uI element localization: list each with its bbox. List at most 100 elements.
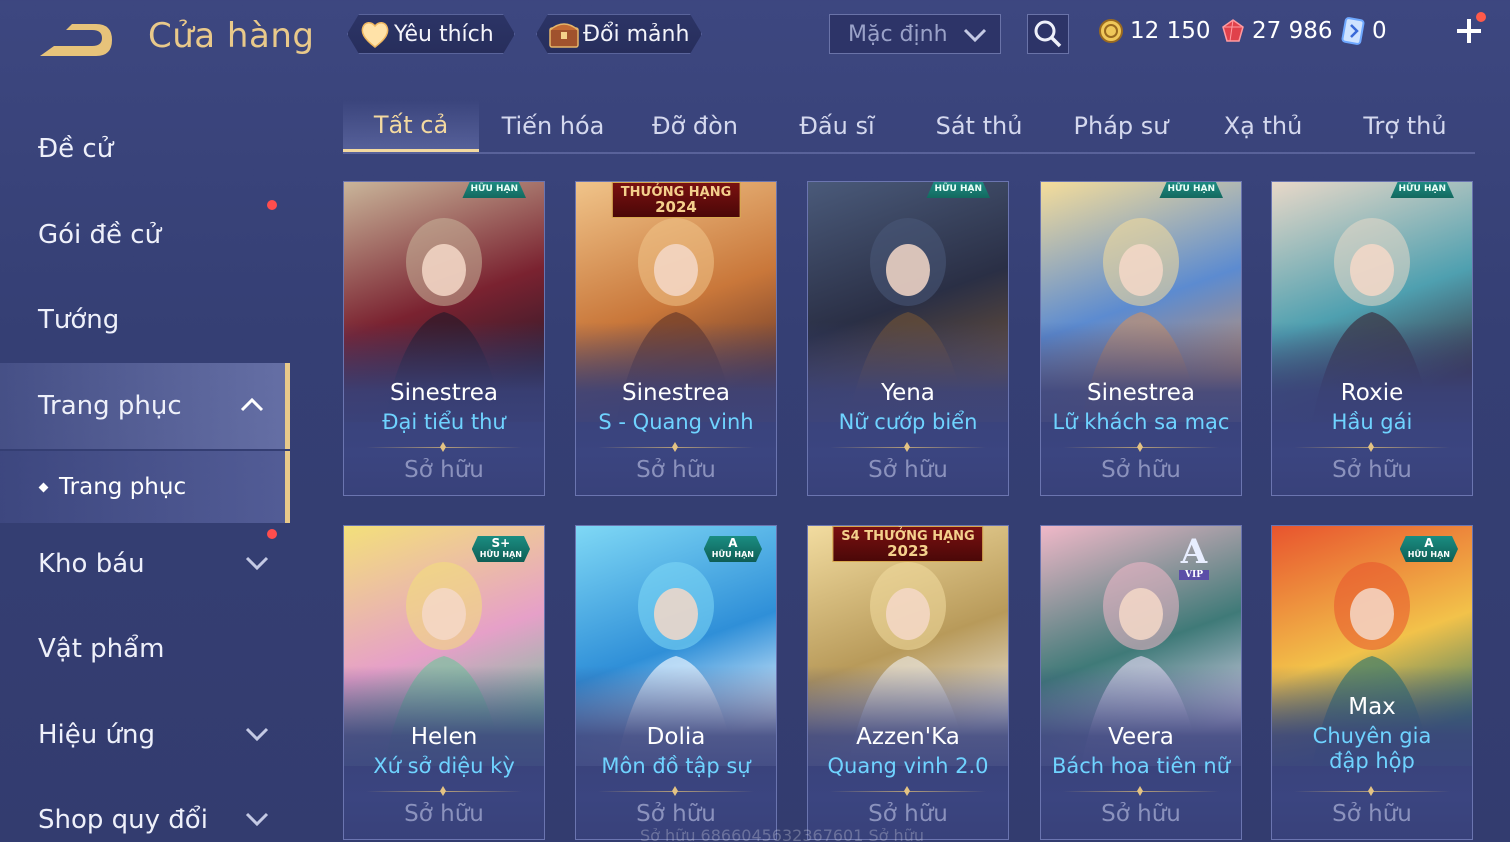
limited-badge: HỮU HẠN bbox=[462, 181, 526, 198]
vip-badge: A VIP bbox=[1179, 532, 1209, 580]
tab-fighter[interactable]: Đấu sĩ bbox=[769, 100, 905, 152]
skin-card[interactable]: HỮU HẠN Roxie Hầu gái Sở hữu bbox=[1271, 181, 1473, 496]
owned-status: Sở hữu bbox=[868, 801, 948, 827]
sort-value: Mặc định bbox=[848, 21, 948, 47]
owned-status: Sở hữu bbox=[1101, 801, 1181, 827]
skin-name: S - Quang vinh bbox=[598, 410, 754, 434]
tab-tank[interactable]: Đỡ đòn bbox=[627, 100, 763, 152]
skin-name: Nữ cướp biển bbox=[838, 410, 978, 434]
owned-status: Sở hữu bbox=[1332, 801, 1412, 827]
chevron-down-icon bbox=[245, 556, 269, 571]
exchange-fragments-button[interactable]: Đổi mảnh bbox=[536, 14, 702, 54]
sidebar-item-effects[interactable]: Hiệu ứng bbox=[0, 692, 290, 778]
skin-name: Quang vinh 2.0 bbox=[827, 754, 989, 778]
tab-mage[interactable]: Pháp sư bbox=[1053, 100, 1189, 152]
role-tabs: Tất cả Tiến hóa Đỡ đòn Đấu sĩ Sát thủ Ph… bbox=[343, 100, 1475, 154]
sidebar-item-recommended[interactable]: Đề cử bbox=[0, 106, 290, 192]
tab-all[interactable]: Tất cả bbox=[343, 100, 479, 152]
limited-badge: HỮU HẠN bbox=[1159, 181, 1223, 198]
search-button[interactable] bbox=[1027, 14, 1069, 54]
notification-dot bbox=[267, 200, 277, 210]
chest-icon bbox=[547, 18, 581, 50]
rank-reward-badge: S4 THƯỞNG HẠNG 2023 bbox=[832, 526, 984, 562]
skin-name: Môn đồ tập sự bbox=[601, 754, 751, 778]
gold-counter: 12 150 bbox=[1096, 14, 1210, 48]
diamond-counter: 27 986 bbox=[1218, 14, 1332, 48]
sidebar-item-label: Đề cử bbox=[38, 134, 114, 164]
diamond-amount: 27 986 bbox=[1252, 18, 1333, 44]
hero-name: Sinestrea bbox=[1087, 380, 1195, 406]
owned-status: Sở hữu bbox=[636, 457, 716, 483]
sidebar-subitem-skins[interactable]: Trang phục bbox=[0, 451, 290, 523]
owned-status: Sở hữu bbox=[636, 801, 716, 827]
voucher-amount: 0 bbox=[1372, 18, 1387, 44]
favorites-label: Yêu thích bbox=[394, 21, 494, 47]
back-button[interactable] bbox=[36, 20, 116, 62]
exchange-label: Đổi mảnh bbox=[583, 21, 690, 47]
voucher-counter: 0 bbox=[1338, 14, 1387, 48]
skin-card[interactable]: THƯỞNG HẠNG 2024 Sinestrea S - Quang vinh Sở… bbox=[575, 181, 777, 496]
chevron-down-icon bbox=[963, 28, 987, 43]
skin-name: Chuyên gia đập hộp bbox=[1312, 724, 1432, 773]
sidebar: Đề cử Gói đề cử Tướng Trang phục Trang p… bbox=[0, 100, 290, 842]
chevron-down-icon bbox=[245, 812, 269, 827]
hero-name: Azzen'Ka bbox=[856, 724, 960, 750]
hero-name: Sinestrea bbox=[390, 380, 498, 406]
sidebar-item-heroes[interactable]: Tướng bbox=[0, 277, 290, 363]
skin-card[interactable]: S4 THƯỞNG HẠNG 2023 Azzen'Ka Quang vinh 2.0… bbox=[807, 525, 1009, 840]
chevron-up-icon bbox=[240, 397, 264, 412]
sidebar-item-label: Vật phẩm bbox=[38, 634, 165, 664]
hero-name: Dolia bbox=[646, 724, 706, 750]
grade-badge: A HỮU HẠN bbox=[1400, 536, 1458, 562]
hero-name: Helen bbox=[410, 724, 478, 750]
skin-name: Lữ khách sa mạc bbox=[1052, 410, 1230, 434]
hero-name: Max bbox=[1348, 694, 1396, 720]
hero-name: Roxie bbox=[1340, 380, 1404, 406]
owned-status: Sở hữu bbox=[404, 801, 484, 827]
search-icon bbox=[1034, 20, 1062, 48]
grade-badge: A HỮU HẠN bbox=[704, 536, 762, 562]
tab-marksman[interactable]: Xạ thủ bbox=[1195, 100, 1331, 152]
skin-name: Bách hoa tiên nữ bbox=[1051, 754, 1231, 778]
page-title: Cửa hàng bbox=[148, 16, 315, 56]
bullet-icon bbox=[38, 482, 49, 492]
heart-icon bbox=[358, 18, 392, 50]
skin-card[interactable]: HỮU HẠN Yena Nữ cướp biển Sở hữu bbox=[807, 181, 1009, 496]
sidebar-item-skins[interactable]: Trang phục bbox=[0, 363, 290, 449]
sidebar-item-items[interactable]: Vật phẩm bbox=[0, 606, 290, 692]
skin-card[interactable]: A HỮU HẠN Dolia Môn đồ tập sự Sở hữu bbox=[575, 525, 777, 840]
skin-card[interactable]: HỮU HẠN Sinestrea Đại tiểu thư Sở hữu bbox=[343, 181, 545, 496]
notification-dot bbox=[1476, 12, 1486, 22]
hero-name: Sinestrea bbox=[622, 380, 730, 406]
red-gem-icon bbox=[1218, 16, 1248, 46]
sort-dropdown[interactable]: Mặc định bbox=[829, 14, 1001, 54]
sidebar-item-recommended-bundles[interactable]: Gói đề cử bbox=[0, 192, 290, 278]
sidebar-item-label: Hiệu ứng bbox=[38, 720, 155, 750]
hero-name: Yena bbox=[881, 380, 935, 406]
watermark-text: Sở hữu 6866045632367601 Sở hữu bbox=[640, 826, 924, 842]
skin-card[interactable]: A VIP Veera Bách hoa tiên nữ Sở hữu bbox=[1040, 525, 1242, 840]
skin-card[interactable]: HỮU HẠN Sinestrea Lữ khách sa mạc Sở hữu bbox=[1040, 181, 1242, 496]
sidebar-item-label: Tướng bbox=[38, 305, 120, 335]
sidebar-item-label: Shop quy đổi bbox=[38, 805, 208, 835]
tab-assassin[interactable]: Sát thủ bbox=[911, 100, 1047, 152]
skin-name: Xứ sở diệu kỳ bbox=[373, 754, 515, 778]
skin-card[interactable]: S+ HỮU HẠN Helen Xứ sở diệu kỳ Sở hữu bbox=[343, 525, 545, 840]
tab-support[interactable]: Trợ thủ bbox=[1337, 100, 1473, 152]
grade-badge: S+ HỮU HẠN bbox=[472, 536, 530, 562]
sidebar-item-exchange-shop[interactable]: Shop quy đổi bbox=[0, 777, 290, 842]
sidebar-item-treasure[interactable]: Kho báu bbox=[0, 521, 290, 607]
owned-status: Sở hữu bbox=[868, 457, 948, 483]
owned-status: Sở hữu bbox=[1101, 457, 1181, 483]
tab-evolution[interactable]: Tiến hóa bbox=[485, 100, 621, 152]
skin-grid: HỮU HẠN Sinestrea Đại tiểu thư Sở hữu THƯỞNG… bbox=[343, 181, 1475, 842]
owned-status: Sở hữu bbox=[1332, 457, 1412, 483]
favorites-button[interactable]: Yêu thích bbox=[347, 14, 515, 54]
top-bar: Cửa hàng Yêu thích Đổi mảnh Mặc định 12 … bbox=[0, 0, 1510, 80]
skin-card[interactable]: A HỮU HẠN Max Chuyên gia đập hộp Sở hữu bbox=[1271, 525, 1473, 840]
skin-name: Hầu gái bbox=[1331, 410, 1413, 434]
sidebar-item-label: Trang phục bbox=[38, 391, 182, 421]
rank-reward-badge: THƯỞNG HẠNG 2024 bbox=[611, 182, 741, 218]
limited-badge: HỮU HẠN bbox=[926, 181, 990, 198]
sidebar-item-label: Gói đề cử bbox=[38, 220, 162, 250]
